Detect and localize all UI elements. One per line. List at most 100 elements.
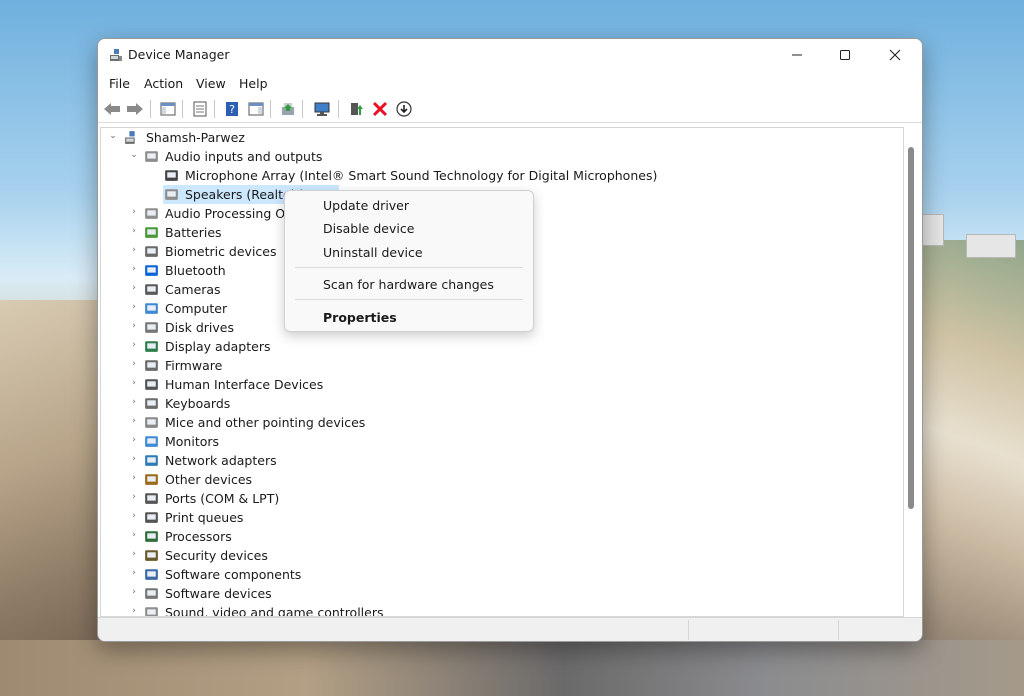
update-driver-button[interactable] — [278, 99, 298, 119]
chevron-down-icon[interactable]: ⌄ — [108, 131, 118, 143]
chevron-right-icon[interactable]: › — [129, 340, 139, 352]
tree-item[interactable]: › Ports (COM & LPT) — [101, 489, 901, 508]
tree-root-label: Shamsh-Parwez — [146, 130, 245, 145]
chevron-right-icon[interactable]: › — [129, 492, 139, 504]
disable-device-button[interactable] — [394, 99, 414, 119]
chevron-right-icon[interactable]: › — [129, 245, 139, 257]
show-hide-console-tree-button[interactable] — [158, 99, 178, 119]
chevron-right-icon[interactable]: › — [129, 549, 139, 561]
tree-item-label: Audio inputs and outputs — [165, 149, 323, 164]
chevron-right-icon[interactable]: › — [129, 226, 139, 238]
tree-item[interactable]: › Software devices — [101, 584, 901, 603]
menu-separator — [295, 267, 523, 268]
tree-root[interactable]: ⌄ Shamsh-Parwez — [101, 128, 901, 147]
chevron-right-icon[interactable]: › — [129, 397, 139, 409]
tree-item-label: Bluetooth — [165, 263, 226, 278]
tree-item[interactable]: › Sound, video and game controllers — [101, 603, 901, 617]
computer-icon — [145, 303, 158, 314]
tree-item[interactable]: › Firmware — [101, 356, 901, 375]
tree-item-label: Batteries — [165, 225, 222, 240]
menu-item-uninstall-device[interactable]: Uninstall device — [323, 245, 423, 260]
chevron-right-icon[interactable]: › — [129, 606, 139, 616]
tree-item-label: Mice and other pointing devices — [165, 415, 366, 430]
chevron-right-icon[interactable]: › — [129, 283, 139, 295]
computer-tree-root-icon — [125, 131, 135, 144]
properties-button[interactable] — [190, 99, 210, 119]
tree-item-label: Audio Processing Obj — [165, 206, 297, 221]
chevron-right-icon[interactable]: › — [129, 207, 139, 219]
tree-item-label: Keyboards — [165, 396, 231, 411]
scan-hardware-button[interactable] — [312, 99, 332, 119]
tree-item-label: Sound, video and game controllers — [165, 605, 384, 617]
other-devices-icon — [145, 474, 158, 485]
show-hide-console-tree-icon — [160, 102, 176, 116]
processor-icon — [145, 531, 158, 542]
port-icon — [145, 493, 158, 504]
uninstall-device-icon — [372, 101, 388, 117]
tree-item[interactable]: › Monitors — [101, 432, 901, 451]
vertical-scrollbar[interactable] — [904, 127, 918, 615]
action-pane-button[interactable] — [246, 99, 266, 119]
monitor-icon — [145, 436, 158, 447]
menu-help[interactable]: Help — [239, 76, 268, 91]
chevron-right-icon[interactable]: › — [129, 568, 139, 580]
tree-item[interactable]: ⌄ Audio inputs and outputs — [101, 147, 901, 166]
chevron-right-icon[interactable]: › — [129, 359, 139, 371]
tree-item[interactable]: › Mice and other pointing devices — [101, 413, 901, 432]
tree-item[interactable]: › Print queues — [101, 508, 901, 527]
tree-item[interactable]: › Keyboards — [101, 394, 901, 413]
tree-item-label: Processors — [165, 529, 232, 544]
tree-item[interactable]: › Display adapters — [101, 337, 901, 356]
chevron-right-icon[interactable]: › — [129, 378, 139, 390]
software-component-icon — [145, 569, 158, 580]
chevron-right-icon[interactable]: › — [129, 511, 139, 523]
chevron-right-icon[interactable]: › — [129, 321, 139, 333]
tree-item[interactable]: › Human Interface Devices — [101, 375, 901, 394]
bluetooth-icon — [145, 265, 158, 276]
forward-button[interactable] — [125, 99, 145, 119]
chevron-right-icon[interactable]: › — [129, 530, 139, 542]
tree-item[interactable]: › Software components — [101, 565, 901, 584]
tree-item-label: Disk drives — [165, 320, 234, 335]
chevron-right-icon[interactable]: › — [129, 454, 139, 466]
menu-file[interactable]: File — [109, 76, 130, 91]
tree-item-label: Print queues — [165, 510, 244, 525]
tree-item-label: Microphone Array (Intel® Smart Sound Tec… — [185, 168, 658, 183]
menu-view[interactable]: View — [196, 76, 226, 91]
maximize-button[interactable] — [822, 39, 868, 71]
help-button[interactable]: ? — [222, 99, 242, 119]
tree-item-label: Other devices — [165, 472, 253, 487]
chevron-down-icon[interactable]: ⌄ — [129, 150, 139, 162]
menu-item-scan-hardware[interactable]: Scan for hardware changes — [323, 277, 494, 292]
menu-item-disable-device[interactable]: Disable device — [323, 221, 414, 236]
chevron-right-icon[interactable]: › — [129, 264, 139, 276]
title-bar[interactable]: Device Manager — [98, 39, 922, 71]
tree-item[interactable]: › Security devices — [101, 546, 901, 565]
chevron-right-icon[interactable]: › — [129, 302, 139, 314]
chevron-right-icon[interactable]: › — [129, 435, 139, 447]
close-button[interactable] — [872, 39, 918, 71]
menu-item-properties[interactable]: Properties — [323, 310, 397, 325]
security-device-icon — [145, 550, 158, 561]
back-button[interactable] — [102, 99, 122, 119]
sound-controller-icon — [145, 607, 158, 616]
menu-action[interactable]: Action — [144, 76, 183, 91]
tree-item[interactable]: › Processors — [101, 527, 901, 546]
chevron-right-icon[interactable]: › — [129, 416, 139, 428]
uninstall-device-button[interactable] — [370, 99, 390, 119]
window-title: Device Manager — [128, 47, 230, 62]
tree-item[interactable]: Microphone Array (Intel® Smart Sound Tec… — [101, 166, 901, 185]
tree-item[interactable]: › Network adapters — [101, 451, 901, 470]
minimize-button[interactable] — [774, 39, 820, 71]
tree-item[interactable]: › Other devices — [101, 470, 901, 489]
keyboard-icon — [145, 398, 158, 409]
enable-device-button[interactable] — [346, 99, 366, 119]
chevron-right-icon[interactable]: › — [129, 473, 139, 485]
tree-item-label: Monitors — [165, 434, 220, 449]
menu-item-update-driver[interactable]: Update driver — [323, 198, 409, 213]
tree-item-label: Display adapters — [165, 339, 271, 354]
menu-bar: File Action View Help — [98, 73, 922, 95]
chevron-right-icon[interactable]: › — [129, 587, 139, 599]
speaker-icon — [145, 151, 158, 162]
scrollbar-thumb[interactable] — [908, 147, 914, 509]
